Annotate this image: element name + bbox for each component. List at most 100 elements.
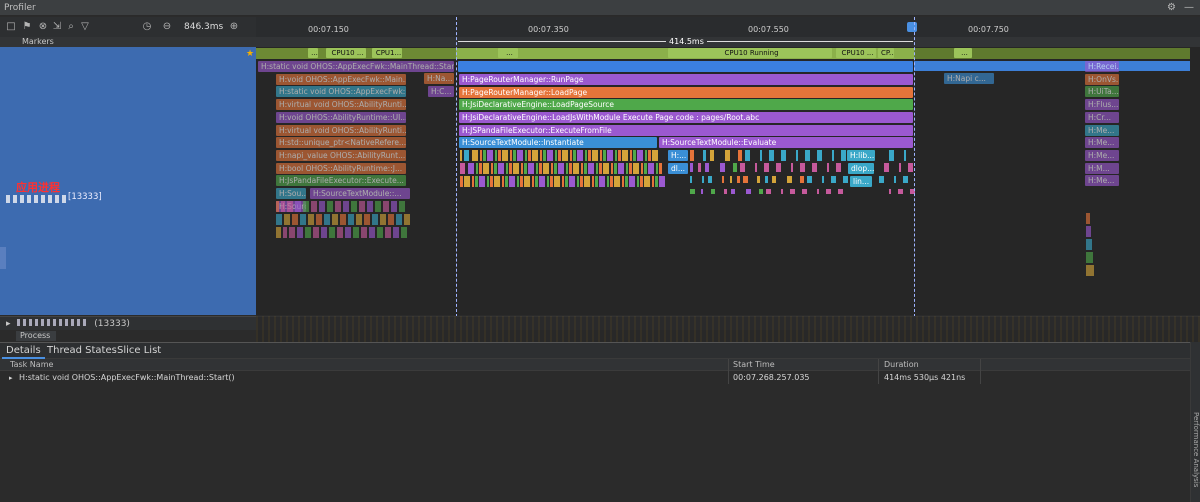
activity-slice[interactable] — [629, 163, 632, 174]
activity-slice[interactable] — [487, 150, 493, 161]
activity-slice[interactable] — [276, 214, 282, 225]
activity-slice[interactable] — [615, 150, 617, 161]
activity-slice[interactable] — [385, 227, 391, 238]
activity-slice[interactable] — [464, 150, 469, 161]
activity-slice[interactable] — [740, 163, 745, 172]
expand-arrow-icon[interactable]: ▸ — [0, 319, 11, 329]
activity-slice[interactable] — [539, 176, 545, 187]
activity-slice[interactable] — [832, 150, 834, 161]
activity-slice[interactable] — [517, 150, 523, 161]
search-icon[interactable]: ⌕ — [64, 20, 78, 34]
activity-slice[interactable] — [759, 189, 763, 194]
call-stack-slice[interactable]: H:SourceTextModule::... — [310, 188, 410, 199]
activity-slice[interactable] — [472, 176, 474, 187]
activity-slice[interactable] — [573, 163, 579, 174]
activity-slice[interactable] — [708, 176, 712, 183]
activity-slice[interactable] — [532, 150, 538, 161]
activity-slice[interactable] — [690, 189, 695, 194]
minimize-icon[interactable]: — — [1184, 0, 1194, 16]
activity-slice[interactable] — [281, 201, 285, 212]
activity-slice[interactable] — [903, 176, 908, 183]
activity-slice[interactable] — [547, 150, 553, 161]
activity-slice[interactable] — [738, 150, 742, 161]
activity-slice[interactable] — [569, 163, 572, 174]
column-header[interactable]: Start Time — [733, 359, 775, 371]
activity-slice[interactable] — [722, 176, 724, 183]
activity-slice[interactable] — [904, 150, 906, 161]
activity-slice[interactable] — [479, 163, 482, 174]
activity-slice[interactable] — [388, 214, 394, 225]
activity-slice[interactable] — [633, 163, 639, 174]
activity-slice[interactable] — [483, 150, 486, 161]
activity-slice[interactable] — [772, 176, 776, 183]
activity-slice[interactable] — [498, 163, 504, 174]
activity-slice[interactable] — [311, 201, 317, 212]
activity-slice[interactable] — [558, 150, 561, 161]
activity-slice[interactable] — [536, 163, 538, 174]
activity-slice[interactable] — [562, 176, 564, 187]
activity-slice[interactable] — [618, 163, 624, 174]
activity-slice[interactable] — [540, 150, 542, 161]
flag-icon[interactable]: ⚑ — [20, 20, 34, 34]
activity-slice[interactable] — [899, 163, 901, 172]
activity-slice[interactable] — [659, 176, 665, 187]
activity-slice[interactable] — [289, 227, 295, 238]
activity-slice[interactable] — [641, 163, 643, 174]
vertical-scrollbar[interactable]: Performance Analysis — [1190, 342, 1200, 502]
activity-slice[interactable] — [838, 189, 843, 194]
activity-slice[interactable] — [565, 176, 568, 187]
activity-slice[interactable] — [802, 189, 807, 194]
activity-slice[interactable] — [592, 150, 598, 161]
tab-slice-list[interactable]: Slice List — [113, 343, 165, 359]
activity-slice[interactable] — [308, 214, 314, 225]
record-icon[interactable]: □ — [4, 20, 18, 34]
activity-slice[interactable] — [550, 176, 553, 187]
activity-slice[interactable] — [800, 176, 804, 183]
activity-slice[interactable] — [505, 176, 508, 187]
activity-slice[interactable] — [648, 150, 651, 161]
activity-slice[interactable] — [509, 176, 515, 187]
call-stack-slice[interactable]: H:JSPandaFileExecutor::ExecuteFromFile — [459, 124, 913, 136]
activity-slice[interactable] — [547, 176, 549, 187]
activity-slice[interactable] — [506, 163, 508, 174]
activity-slice[interactable] — [805, 150, 810, 161]
call-stack-slice[interactable]: H:Cr... — [1085, 111, 1119, 123]
call-stack-slice[interactable]: H:JsPandaFileExecutor::Execute... — [276, 175, 406, 187]
activity-slice[interactable] — [640, 176, 643, 187]
activity-slice[interactable] — [468, 163, 474, 174]
activity-slice[interactable] — [364, 214, 370, 225]
cpu-slice-label[interactable]: CPU10 ... — [836, 48, 876, 58]
activity-slice[interactable] — [494, 163, 497, 174]
activity-slice[interactable] — [800, 163, 805, 172]
activity-slice[interactable] — [843, 176, 848, 183]
activity-slice[interactable] — [822, 176, 824, 183]
activity-slice[interactable] — [690, 176, 692, 183]
call-stack-slice[interactable]: H:Recei... — [1085, 61, 1119, 72]
stop-icon[interactable]: ⊗ — [36, 20, 50, 34]
activity-slice[interactable] — [324, 214, 330, 225]
activity-slice[interactable] — [611, 163, 613, 174]
activity-slice[interactable] — [276, 201, 279, 212]
activity-slice[interactable] — [1086, 226, 1091, 237]
activity-slice[interactable] — [652, 176, 654, 187]
activity-slice[interactable] — [614, 176, 620, 187]
activity-slice[interactable] — [625, 176, 628, 187]
activity-slice[interactable] — [790, 189, 795, 194]
activity-slice[interactable] — [345, 227, 351, 238]
call-stack-slice[interactable]: H:UiTa... — [1085, 86, 1119, 98]
tab-details[interactable]: Details — [2, 343, 45, 359]
activity-slice[interactable] — [284, 214, 290, 225]
clock-icon[interactable]: ◷ — [140, 20, 154, 34]
activity-slice[interactable] — [757, 176, 760, 183]
activity-slice[interactable] — [295, 201, 301, 212]
activity-slice[interactable] — [610, 176, 613, 187]
activity-slice[interactable] — [760, 150, 762, 161]
activity-slice[interactable] — [480, 150, 482, 161]
activity-slice[interactable] — [633, 150, 636, 161]
activity-slice[interactable] — [491, 163, 493, 174]
activity-slice[interactable] — [351, 201, 357, 212]
activity-slice[interactable] — [656, 163, 658, 174]
activity-slice[interactable] — [626, 163, 628, 174]
activity-slice[interactable] — [817, 150, 822, 161]
activity-slice[interactable] — [327, 201, 333, 212]
